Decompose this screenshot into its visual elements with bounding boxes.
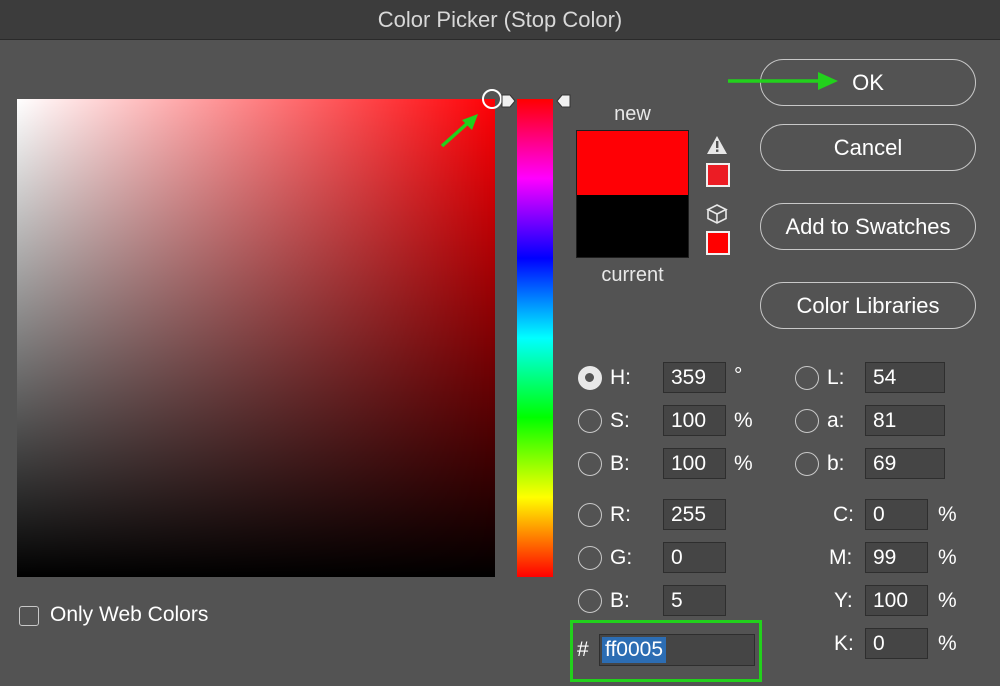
current-color-label: current (601, 264, 664, 286)
magenta-field[interactable]: 99 (865, 542, 928, 573)
lab-l-label: L: (827, 366, 845, 389)
hue-slider-right-arrow-icon[interactable] (556, 93, 572, 109)
cube-icon[interactable] (706, 203, 728, 225)
brightness-field[interactable]: 100 (663, 448, 726, 479)
lab-l-field[interactable]: 54 (865, 362, 945, 393)
color-field-handle[interactable] (482, 89, 502, 109)
new-color-label: new (614, 103, 651, 125)
yellow-label: Y: (834, 589, 853, 612)
blue-label: B: (610, 589, 630, 612)
cyan-field[interactable]: 0 (865, 499, 928, 530)
blue-field[interactable]: 5 (663, 585, 726, 616)
green-field[interactable]: 0 (663, 542, 726, 573)
brightness-unit: % (734, 452, 753, 475)
red-field[interactable]: 255 (663, 499, 726, 530)
yellow-field[interactable]: 100 (865, 585, 928, 616)
hue-slider[interactable] (517, 99, 553, 577)
color-libraries-label: Color Libraries (796, 292, 940, 318)
saturation-field[interactable]: 100 (663, 405, 726, 436)
hex-value-selected[interactable]: ff0005 (602, 637, 667, 663)
add-to-swatches-button[interactable]: Add to Swatches (760, 203, 976, 250)
hex-field[interactable]: ff0005 (599, 634, 755, 666)
blue-radio[interactable] (578, 589, 602, 613)
new-color-swatch (577, 131, 688, 195)
saturation-label: S: (610, 409, 630, 432)
lab-b-label: b: (827, 452, 845, 475)
hue-unit: ° (734, 364, 743, 387)
current-color-swatch[interactable] (577, 195, 688, 257)
lab-l-radio[interactable] (795, 366, 819, 390)
ok-button-label: OK (852, 69, 884, 95)
title-bar: Color Picker (Stop Color) (0, 0, 1000, 40)
lab-b-field[interactable]: 69 (865, 448, 945, 479)
web-safe-swatch[interactable] (706, 231, 730, 255)
window-title: Color Picker (Stop Color) (377, 6, 623, 32)
magenta-unit: % (938, 546, 957, 569)
lab-a-label: a: (827, 409, 845, 432)
only-web-colors-checkbox[interactable] (19, 606, 39, 626)
hex-hash-label: # (577, 638, 589, 661)
cyan-unit: % (938, 503, 957, 526)
hue-slider-left-arrow-icon[interactable] (500, 93, 516, 109)
hue-label: H: (610, 366, 631, 389)
cancel-button-label: Cancel (833, 134, 903, 160)
gamut-warning-swatch[interactable] (706, 163, 730, 187)
hue-field[interactable]: 359 (663, 362, 726, 393)
cancel-button[interactable]: Cancel (760, 124, 976, 171)
annotation-arrow-icon (440, 114, 478, 148)
lab-a-field[interactable]: 81 (865, 405, 945, 436)
red-radio[interactable] (578, 503, 602, 527)
yellow-unit: % (938, 589, 957, 612)
lab-a-radio[interactable] (795, 409, 819, 433)
black-label: K: (834, 632, 854, 655)
red-label: R: (610, 503, 631, 526)
only-web-colors-label[interactable]: Only Web Colors (50, 603, 208, 627)
cyan-label: C: (833, 503, 854, 526)
brightness-label: B: (610, 452, 630, 475)
black-unit: % (938, 632, 957, 655)
green-radio[interactable] (578, 546, 602, 570)
lab-b-radio[interactable] (795, 452, 819, 476)
warning-triangle-icon[interactable] (706, 135, 728, 155)
saturation-radio[interactable] (578, 409, 602, 433)
saturation-unit: % (734, 409, 753, 432)
color-picker-dialog: new current OK Cancel Add to Swatches Co… (0, 40, 1000, 686)
black-field[interactable]: 0 (865, 628, 928, 659)
hue-radio[interactable] (578, 366, 602, 390)
color-libraries-button[interactable]: Color Libraries (760, 282, 976, 329)
saturation-brightness-field[interactable] (17, 99, 495, 577)
brightness-radio[interactable] (578, 452, 602, 476)
color-swatch (576, 130, 689, 258)
ok-annotation-arrow-icon (728, 72, 838, 90)
add-to-swatches-label: Add to Swatches (785, 213, 951, 239)
green-label: G: (610, 546, 633, 569)
magenta-label: M: (829, 546, 853, 569)
